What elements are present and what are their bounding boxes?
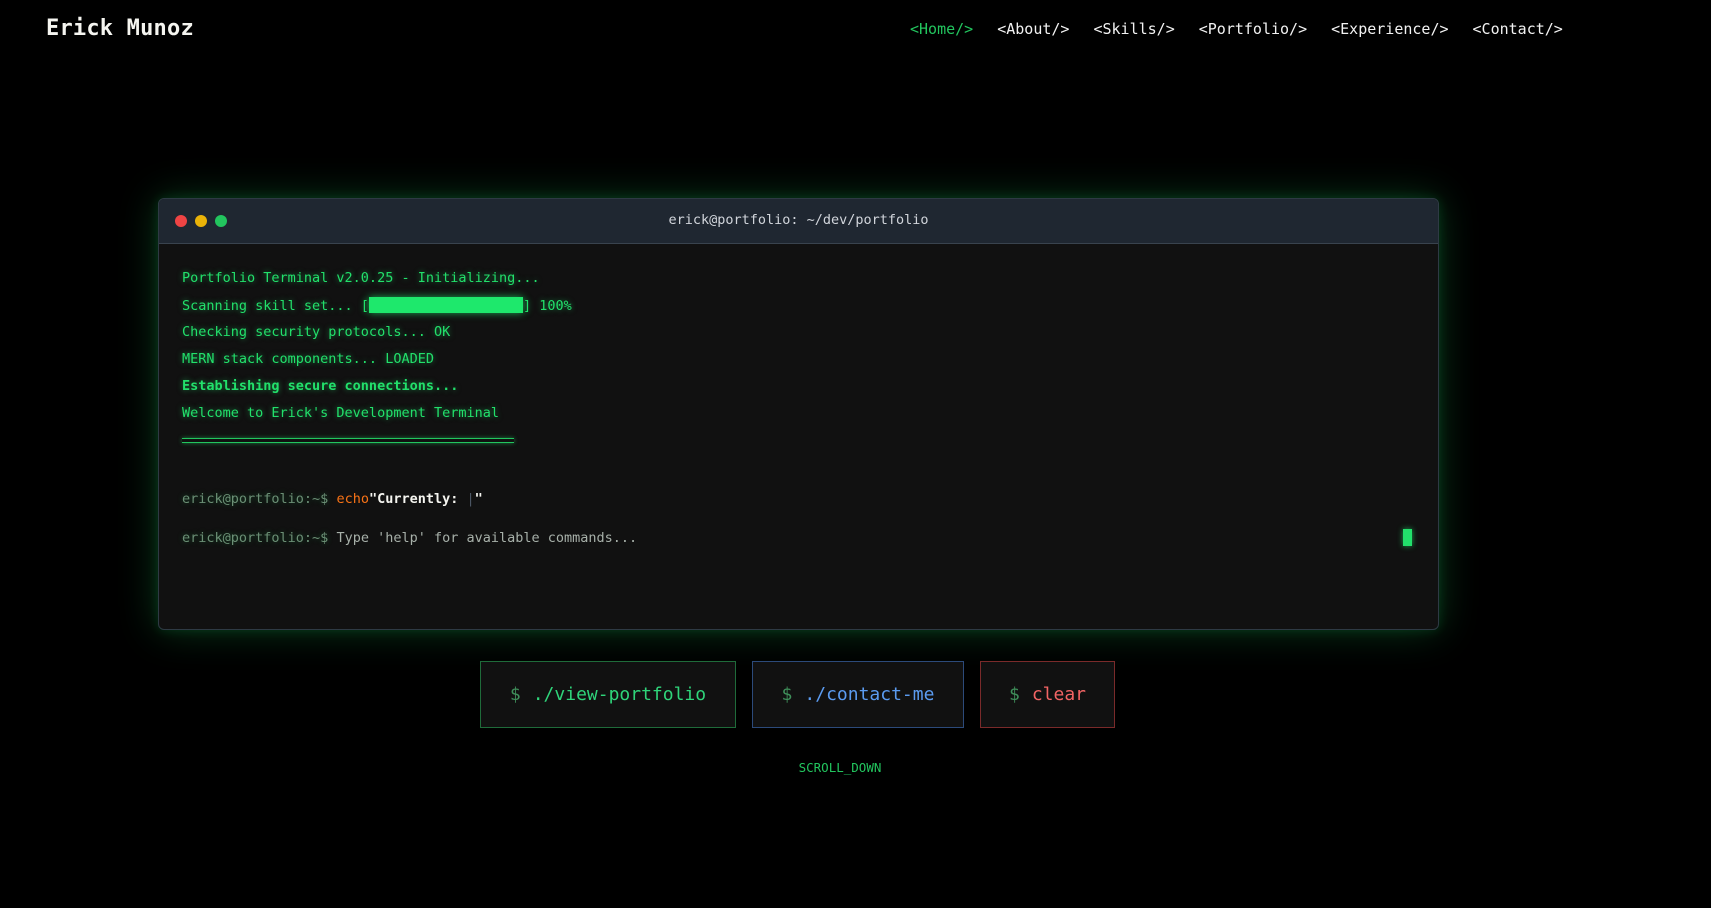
nav-home[interactable]: <Home/> bbox=[910, 20, 973, 38]
dollar-sign: $ bbox=[1008, 684, 1020, 705]
nav-contact[interactable]: <Contact/> bbox=[1473, 20, 1563, 38]
boot-line-scan: Scanning skill set... [ ] 100% bbox=[182, 297, 1415, 324]
echo-command: echo bbox=[336, 491, 369, 507]
nav-portfolio[interactable]: <Portfolio/> bbox=[1199, 20, 1307, 38]
view-portfolio-button[interactable]: $ ./view-portfolio bbox=[480, 661, 736, 728]
input-line: erick@portfolio:~$ bbox=[182, 529, 1415, 546]
boot-line-connections: Establishing secure connections... bbox=[182, 378, 459, 394]
boot-line-init: Portfolio Terminal v2.0.25 - Initializin… bbox=[182, 270, 540, 286]
nav-skills[interactable]: <Skills/> bbox=[1093, 20, 1174, 38]
cursor-block bbox=[1403, 529, 1412, 546]
terminal-title: erick@portfolio: ~/dev/portfolio bbox=[668, 212, 929, 228]
prompt-label: erick@portfolio:~$ bbox=[182, 491, 337, 507]
contact-me-label: ./contact-me bbox=[804, 684, 935, 705]
typing-caret: | bbox=[466, 491, 475, 507]
scroll-down-link[interactable]: SCROLL_DOWN bbox=[0, 760, 1680, 775]
boot-line-security: Checking security protocols... OK bbox=[182, 324, 451, 340]
boot-line-mern: MERN stack components... LOADED bbox=[182, 351, 434, 367]
main-nav: <Home/> <About/> <Skills/> <Portfolio/> … bbox=[910, 20, 1563, 38]
brand-logo-text[interactable]: Erick Munoz bbox=[46, 16, 194, 41]
echo-command-line: erick@portfolio:~$ echo"Currently: |" bbox=[182, 491, 1415, 507]
echo-string-open: "Currently: bbox=[368, 491, 467, 507]
terminal-command-input[interactable] bbox=[336, 530, 1377, 546]
scan-prefix: Scanning skill set... [ bbox=[182, 298, 369, 314]
boot-line-welcome: Welcome to Erick's Development Terminal bbox=[182, 405, 499, 421]
echo-string-close: " bbox=[474, 491, 483, 507]
dollar-sign: $ bbox=[509, 684, 521, 705]
terminal-output: Portfolio Terminal v2.0.25 - Initializin… bbox=[159, 244, 1438, 546]
view-portfolio-label: ./view-portfolio bbox=[532, 684, 707, 705]
terminal-window: erick@portfolio: ~/dev/portfolio Portfol… bbox=[158, 198, 1439, 630]
nav-about[interactable]: <About/> bbox=[997, 20, 1069, 38]
contact-me-button[interactable]: $ ./contact-me bbox=[752, 661, 964, 728]
skill-scan-progress-bar bbox=[368, 297, 523, 313]
scan-suffix: ] 100% bbox=[522, 298, 572, 314]
nav-experience[interactable]: <Experience/> bbox=[1331, 20, 1448, 38]
dollar-sign: $ bbox=[781, 684, 793, 705]
clear-label: clear bbox=[1031, 684, 1087, 705]
terminal-titlebar: erick@portfolio: ~/dev/portfolio bbox=[159, 199, 1438, 244]
prompt-label: erick@portfolio:~$ bbox=[182, 530, 337, 546]
clear-button[interactable]: $ clear bbox=[980, 661, 1115, 728]
